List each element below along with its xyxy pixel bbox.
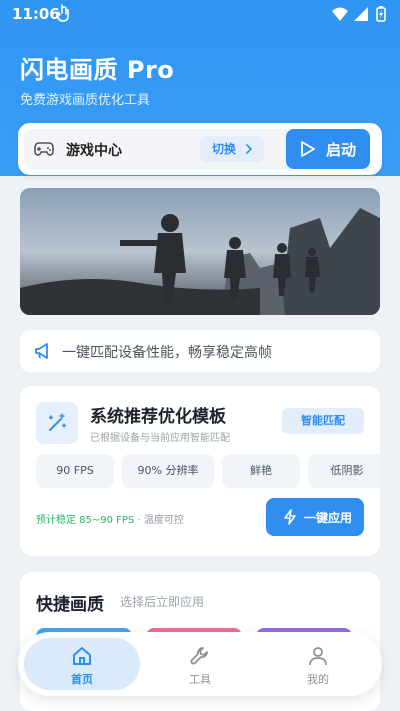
gamepad-icon — [34, 142, 54, 156]
banner-illustration — [20, 188, 380, 315]
smart-match-button[interactable]: 智能匹配 — [282, 408, 364, 434]
game-banner-image[interactable] — [20, 188, 380, 315]
template-icon-box — [36, 402, 78, 444]
user-icon — [309, 647, 327, 666]
chip-resolution[interactable]: 90% 分辨率 — [122, 454, 214, 488]
status-icons — [332, 6, 386, 22]
play-icon — [301, 141, 315, 157]
magic-wand-icon — [48, 413, 67, 431]
game-selector-bar: 游戏中心 切换 启动 — [18, 123, 382, 175]
chip-fps[interactable]: 90 FPS — [36, 454, 114, 488]
one-click-apply-button[interactable]: 一键应用 — [266, 498, 364, 536]
template-title: 系统推荐优化模板 — [90, 407, 226, 427]
recommended-template-card: 系统推荐优化模板 已根据设备与当前应用智能匹配 智能匹配 90 FPS 90% … — [20, 386, 380, 556]
template-subtitle: 已根据设备与当前应用智能匹配 — [90, 433, 230, 444]
battery-icon — [376, 6, 386, 22]
notice-text: 一键匹配设备性能，畅享稳定高帧 — [62, 345, 272, 361]
touch-icon — [56, 4, 69, 22]
stat-temp: 温度可控 — [143, 515, 184, 526]
launch-label: 启动 — [326, 141, 357, 159]
signal-icon — [354, 7, 368, 21]
megaphone-icon — [35, 343, 48, 359]
tab-me[interactable]: 我的 — [260, 638, 376, 690]
quick-subtitle: 选择后立即应用 — [120, 595, 205, 609]
stat-fps: 预计稳定 85~90 FPS — [36, 515, 135, 526]
switch-game-button[interactable]: 切换 — [200, 136, 264, 162]
game-name: 游戏中心 — [66, 143, 122, 159]
chip-color[interactable]: 鲜艳 — [222, 454, 300, 488]
tab-home-label: 首页 — [71, 673, 93, 686]
stat-separator: · — [134, 515, 144, 526]
wifi-icon — [332, 7, 348, 21]
tab-tools[interactable]: 工具 — [142, 638, 258, 690]
chip-shadow[interactable]: 低阴影 — [308, 454, 380, 488]
notice-bar[interactable]: 一键匹配设备性能，畅享稳定高帧 — [20, 330, 380, 372]
apply-label: 一键应用 — [304, 511, 353, 525]
setting-chips: 90 FPS 90% 分辨率 鲜艳 低阴影 — [36, 454, 380, 488]
launch-button[interactable]: 启动 — [286, 129, 370, 169]
template-stat: 预计稳定 85~90 FPS · 温度可控 — [36, 511, 184, 526]
tab-tools-label: 工具 — [189, 673, 211, 686]
current-game[interactable]: 游戏中心 切换 — [24, 129, 298, 169]
app-subtitle: 免费游戏画质优化工具 — [20, 93, 151, 108]
app-title: 闪电画质 Pro — [20, 56, 175, 84]
quick-title: 快捷画质 — [36, 595, 104, 615]
status-bar: 11:06 — [0, 0, 400, 28]
bottom-tab-bar: 首页 工具 我的 — [18, 632, 382, 696]
home-icon — [73, 647, 91, 665]
lightning-icon — [284, 509, 296, 525]
tab-home[interactable]: 首页 — [24, 638, 140, 690]
tab-me-label: 我的 — [307, 673, 329, 686]
switch-label: 切换 — [212, 142, 237, 156]
status-time: 11:06 — [12, 5, 60, 23]
wrench-icon — [190, 647, 208, 665]
chevron-right-icon — [246, 144, 252, 154]
